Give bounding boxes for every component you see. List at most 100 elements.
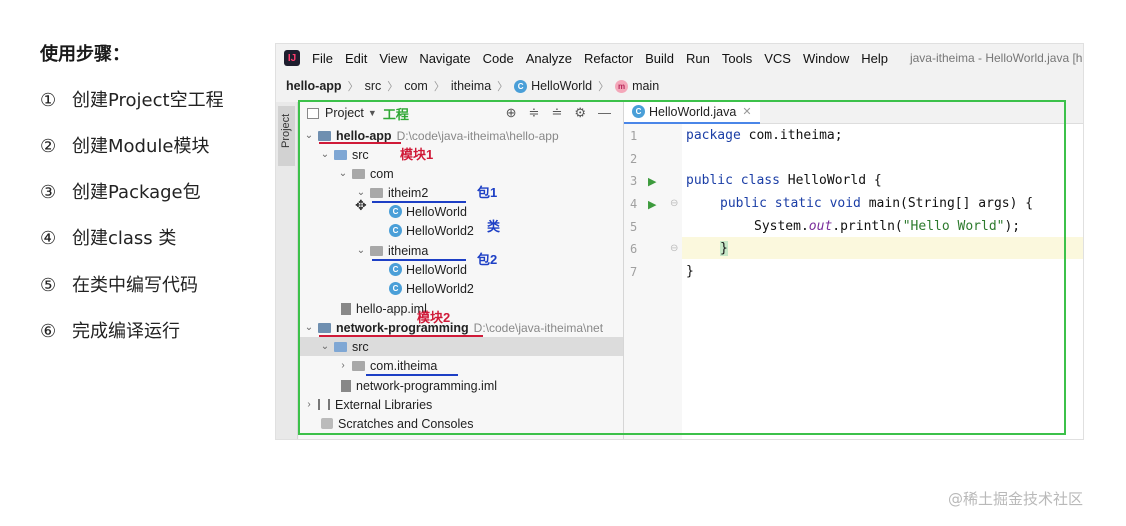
scratches-icon [321, 418, 333, 429]
menu-view[interactable]: View [379, 51, 407, 66]
source-folder-icon [334, 149, 347, 160]
line-number: 1 [630, 129, 638, 143]
menu-help[interactable]: Help [861, 51, 888, 66]
editor-tab-helloworld[interactable]: C HelloWorld.java ✕ [624, 101, 760, 124]
chevron-down-icon[interactable]: ⌄ [319, 341, 331, 352]
class-icon: C [389, 224, 402, 237]
underline-red [319, 142, 401, 144]
tree-item-class[interactable]: C HelloWorld2 [299, 279, 623, 298]
tree-item-itheima[interactable]: ⌄ itheima [299, 241, 623, 260]
menu-code[interactable]: Code [483, 51, 514, 66]
code-line: public class HelloWorld { [686, 172, 882, 188]
editor-gutter: 1 2 3 4 5 6 7 ▶ ▶ ⊖ ⊖ [624, 124, 682, 439]
tree-item-src-selected[interactable]: ⌄ src [299, 337, 623, 356]
method-icon: m [615, 79, 629, 93]
tree-item-class[interactable]: C HelloWorld [299, 260, 623, 279]
annotation-class: 类 [487, 219, 501, 234]
iml-file-icon [341, 379, 351, 392]
tree-item-com[interactable]: ⌄ com [299, 164, 623, 183]
tree-item-scratches[interactable]: Scratches and Consoles [299, 414, 623, 433]
menu-window[interactable]: Window [803, 51, 849, 66]
chevron-down-icon[interactable]: ⌄ [303, 322, 315, 333]
step-2: ② 创建Module模块 [40, 136, 210, 157]
step-5: ⑤ 在类中编写代码 [40, 275, 198, 296]
locate-icon[interactable]: ⊕ [506, 105, 517, 121]
steps-title: 使用步骤： [40, 44, 130, 65]
run-icon[interactable]: ▶ [648, 198, 656, 211]
menu-analyze[interactable]: Analyze [526, 51, 572, 66]
chevron-right-icon[interactable]: › [303, 399, 315, 410]
step-4: ④ 创建class 类 [40, 228, 177, 249]
step-3: ③ 创建Package包 [40, 182, 201, 203]
breadcrumb-item-class[interactable]: C HelloWorld [514, 79, 592, 93]
menu-vcs[interactable]: VCS [764, 51, 791, 66]
chevron-down-icon[interactable]: ⌄ [303, 130, 315, 141]
tree-item-class[interactable]: C HelloWorld2 [299, 221, 623, 240]
chevron-right-icon: 〉 [433, 81, 445, 93]
breadcrumb-item[interactable]: com [404, 79, 428, 93]
gear-icon[interactable]: ⚙ [574, 105, 586, 121]
menu-edit[interactable]: Edit [345, 51, 367, 66]
class-icon: C [389, 205, 402, 218]
project-view-icon [307, 107, 319, 119]
package-icon [370, 245, 383, 256]
breadcrumb-item-method[interactable]: m main [615, 79, 659, 93]
tree-item-class[interactable]: C HelloWorld [299, 202, 623, 221]
chevron-right-icon[interactable]: › [337, 360, 349, 371]
breadcrumb: hello-app 〉 src 〉 com 〉 itheima 〉 C Hello… [276, 74, 1083, 98]
menu-build[interactable]: Build [645, 51, 674, 66]
fold-icon[interactable]: ⊖ [670, 198, 678, 209]
breadcrumb-item[interactable]: hello-app [286, 79, 342, 93]
intellij-logo-icon: IJ [284, 50, 300, 66]
code-line: public static void main(String[] args) { [720, 195, 1034, 211]
iml-file-icon [341, 302, 351, 315]
menu-run[interactable]: Run [686, 51, 710, 66]
panel-tools: ⊕ ≑ ≐ ⚙ — [506, 105, 611, 121]
line-number: 3 [630, 174, 638, 188]
line-number: 2 [630, 152, 638, 166]
run-icon[interactable]: ▶ [648, 175, 656, 188]
code-line: package com.itheima; [686, 127, 843, 143]
menu-navigate[interactable]: Navigate [419, 51, 470, 66]
chevron-right-icon: 〉 [387, 81, 399, 93]
project-view-label[interactable]: Project [325, 106, 364, 120]
library-icon [318, 399, 330, 410]
menu-tools[interactable]: Tools [722, 51, 752, 66]
fold-icon[interactable]: ⊖ [670, 243, 678, 254]
menu-file[interactable]: File [312, 51, 333, 66]
module-folder-icon [318, 322, 331, 333]
chevron-down-icon[interactable]: ⌄ [355, 245, 367, 256]
chevron-down-icon[interactable]: ⌄ [337, 168, 349, 179]
close-icon[interactable]: ✕ [742, 105, 751, 118]
expand-all-icon[interactable]: ≑ [529, 105, 540, 121]
breadcrumb-item[interactable]: itheima [451, 79, 491, 93]
tree-item-iml[interactable]: hello-app.iml [299, 299, 623, 318]
package-icon [352, 360, 365, 371]
hide-icon[interactable]: — [598, 105, 611, 121]
line-number: 5 [630, 220, 638, 234]
menu-refactor[interactable]: Refactor [584, 51, 633, 66]
tree-item-itheim2[interactable]: ⌄ itheim2 [299, 183, 623, 202]
class-icon: C [389, 282, 402, 295]
tree-item-iml[interactable]: network-programming.iml [299, 376, 623, 395]
step-6: ⑥ 完成编译运行 [40, 321, 180, 342]
line-number: 4 [630, 197, 638, 211]
tree-item-com-itheima[interactable]: › com.itheima [299, 356, 623, 375]
package-icon [370, 187, 383, 198]
chevron-right-icon: 〉 [598, 81, 610, 93]
code-line: } [686, 263, 694, 279]
code-line-current: } [682, 237, 1083, 259]
menu-bar: IJ File Edit View Navigate Code Analyze … [276, 44, 1083, 72]
chevron-down-icon[interactable]: ⌄ [319, 149, 331, 160]
move-cursor-icon: ✥ [355, 198, 367, 214]
chevron-down-icon[interactable]: ⌄ [355, 187, 367, 198]
tree-item-external-libraries[interactable]: › External Libraries [299, 395, 623, 414]
breadcrumb-item[interactable]: src [365, 79, 382, 93]
tree-item-src[interactable]: ⌄ src [299, 145, 623, 164]
step-1: ① 创建Project空工程 [40, 90, 224, 111]
dropdown-arrow-icon[interactable]: ▼ [368, 108, 377, 118]
code-area[interactable]: package com.itheima; public class HelloW… [682, 124, 1083, 439]
collapse-all-icon[interactable]: ≐ [551, 105, 562, 121]
editor-tab-bar: C HelloWorld.java ✕ [624, 101, 1083, 124]
package-icon [352, 168, 365, 179]
